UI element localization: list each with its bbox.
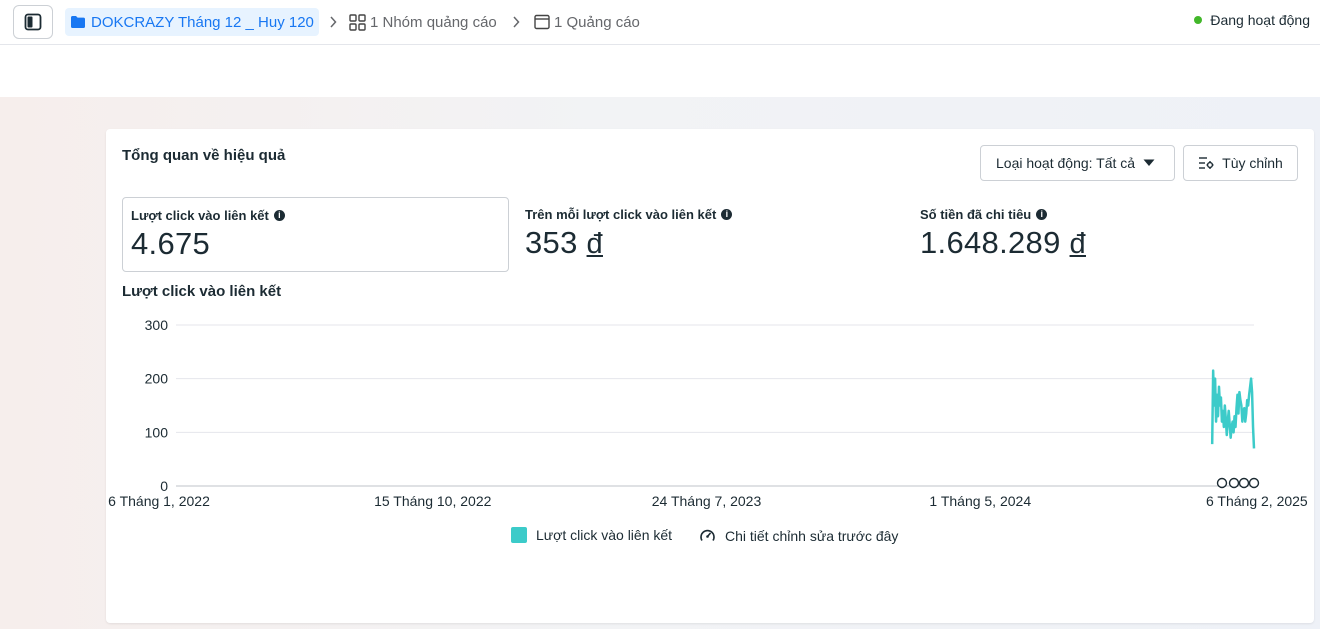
folder-icon (71, 16, 85, 28)
sidebar-panel-icon (24, 13, 42, 31)
breadcrumb-adsets[interactable]: 1 Nhóm quảng cáo (349, 8, 497, 36)
y-tick-label: 0 (160, 478, 168, 494)
legend-annotations[interactable]: Chi tiết chỉnh sửa trước đây (699, 527, 898, 544)
delivery-status: Đang hoạt động (1194, 12, 1310, 28)
panel-toggle-button[interactable] (13, 5, 53, 39)
x-tick-label: 15 Tháng 10, 2022 (374, 493, 492, 509)
top-bar: DOKCRAZY Tháng 12 _ Huy 120 1 Nhóm quảng… (0, 0, 1320, 45)
x-tick-label: 1 Tháng 5, 2024 (929, 493, 1031, 509)
performance-overview-card: Tổng quan về hiệu quả Loại hoạt động: Tấ… (106, 129, 1314, 623)
ad-icon (534, 14, 550, 30)
adsets-label: 1 Nhóm quảng cáo (370, 13, 497, 31)
grid-icon (349, 13, 366, 31)
x-tick-label: 24 Tháng 7, 2023 (652, 493, 762, 509)
status-dot (1194, 16, 1203, 24)
series-line (1210, 369, 1256, 449)
chevron-right-icon (511, 13, 521, 31)
gauge-icon (700, 529, 715, 541)
y-tick-label: 300 (145, 317, 169, 333)
edit-history-marker (1228, 477, 1240, 489)
campaign-name: DOKCRAZY Tháng 12 _ Huy 120 (91, 13, 314, 31)
y-tick-label: 100 (145, 424, 169, 440)
edit-history-marker (1248, 477, 1260, 489)
ads-label: 1 Quảng cáo (554, 13, 640, 31)
chevron-right-icon (328, 13, 338, 31)
legend-series-label: Lượt click vào liên kết (536, 527, 673, 543)
y-tick-label: 200 (145, 371, 169, 387)
status-label: Đang hoạt động (1210, 12, 1310, 28)
legend-series[interactable]: Lượt click vào liên kết (511, 527, 672, 543)
x-tick-label: 6 Tháng 2, 2025 (1206, 493, 1308, 509)
line-chart: 0 100 200 300 6 Tháng 1, 2022 15 Tháng 10, 20… (108, 317, 1308, 509)
legend-swatch (511, 527, 527, 543)
edit-history-marker (1216, 477, 1228, 489)
x-tick-label: 6 Tháng 1, 2022 (108, 493, 210, 509)
legend-annotations-label: Chi tiết chỉnh sửa trước đây (725, 527, 899, 544)
edit-history-marker (1238, 477, 1250, 489)
breadcrumb-ads[interactable]: 1 Quảng cáo (534, 8, 640, 36)
breadcrumb-campaign[interactable]: DOKCRAZY Tháng 12 _ Huy 120 (65, 8, 319, 36)
